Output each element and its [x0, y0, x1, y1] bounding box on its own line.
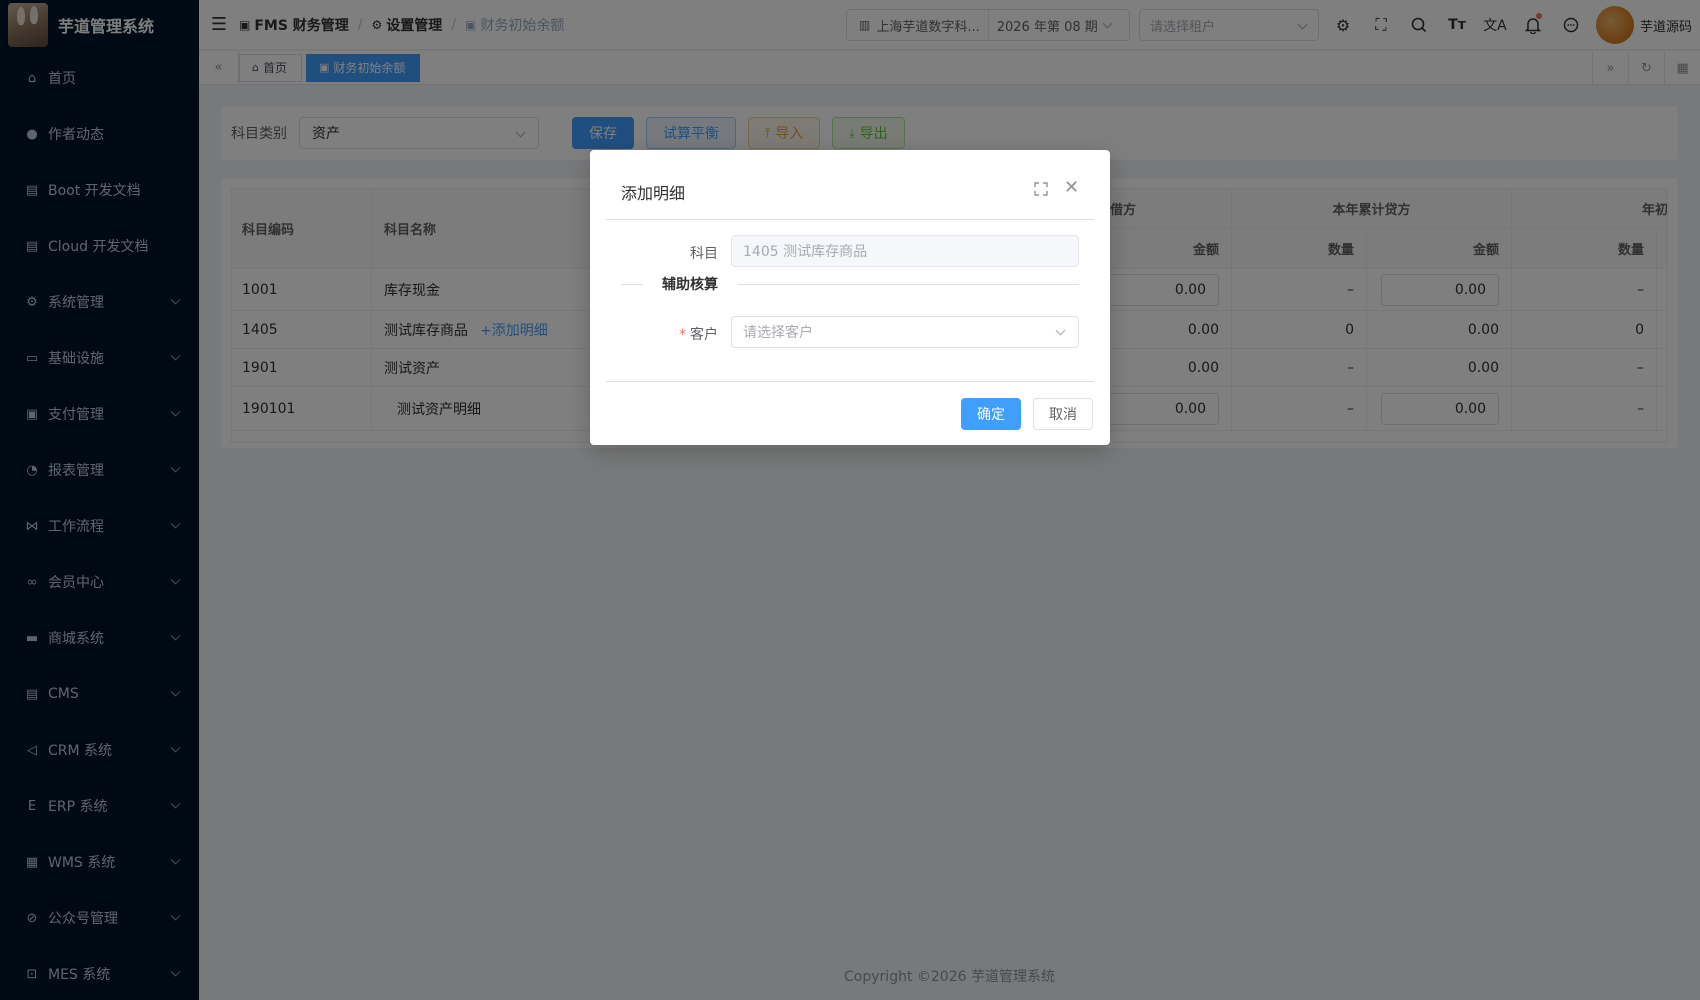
close-icon[interactable]: ✕: [1064, 179, 1079, 197]
aux-accounting-title: 辅助核算: [662, 277, 718, 293]
cancel-button[interactable]: 取消: [1033, 398, 1093, 430]
maximize-icon[interactable]: [1034, 182, 1048, 196]
aux-accounting-divider: 辅助核算: [621, 274, 1079, 294]
customer-select[interactable]: 请选择客户: [731, 316, 1079, 348]
dialog-header-divider: [606, 219, 1094, 220]
subject-field: 1405 测试库存商品: [731, 235, 1079, 267]
required-asterisk: *: [679, 327, 686, 343]
customer-label: * 客户: [679, 327, 718, 343]
confirm-button[interactable]: 确定: [961, 398, 1021, 430]
subject-label: 科目: [690, 246, 718, 262]
dialog-title: 添加明细: [621, 184, 686, 203]
add-detail-dialog: 添加明细 ✕ 科目 1405 测试库存商品 辅助核算 * 客户 请选择客户 确定 …: [590, 150, 1110, 445]
chevron-down-icon: [1055, 325, 1066, 336]
dialog-footer-divider: [606, 381, 1094, 382]
